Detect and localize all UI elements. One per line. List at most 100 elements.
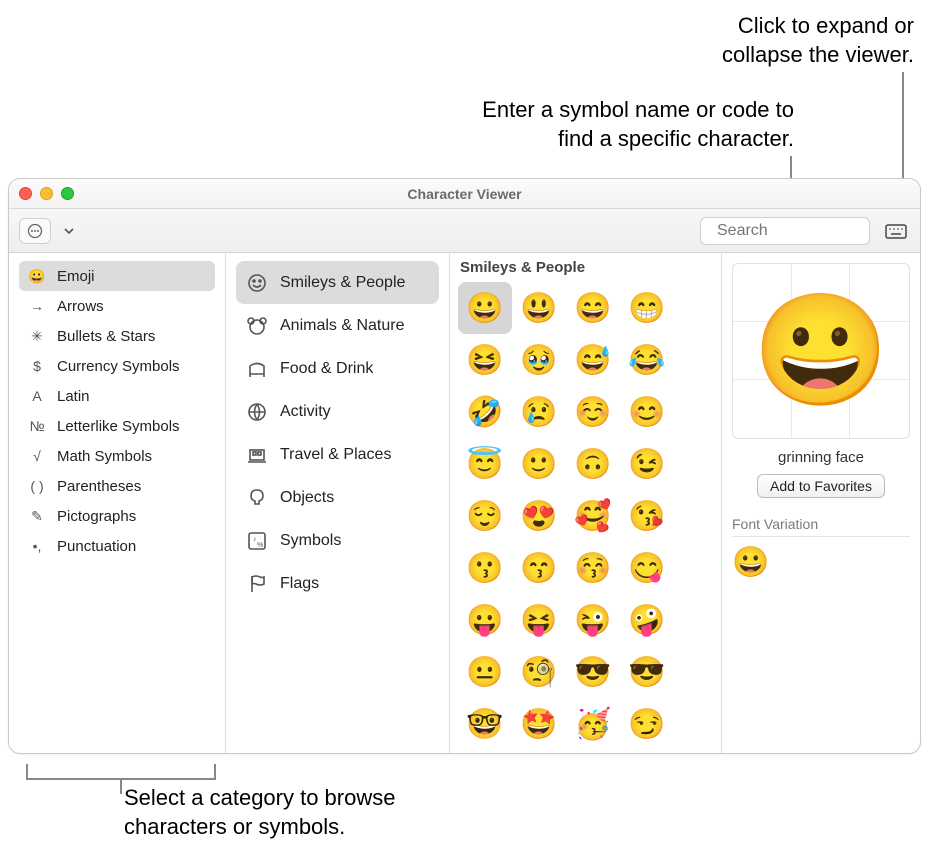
objects-icon — [246, 487, 268, 509]
sidebar-item-label: Arrows — [57, 298, 104, 315]
callout-search: Enter a symbol name or code to find a sp… — [374, 96, 794, 153]
food-icon — [246, 358, 268, 380]
sidebar-item-icon: ✎ — [27, 508, 47, 525]
toolbar-dropdown-chevron[interactable] — [57, 218, 81, 244]
subcategory-food[interactable]: Food & Drink — [236, 347, 439, 390]
subcategory-activity[interactable]: Activity — [236, 390, 439, 433]
character-cell[interactable]: 🤪 — [620, 594, 674, 646]
sidebar-item-letterlike-symbols[interactable]: №Letterlike Symbols — [19, 411, 215, 441]
character-cell[interactable]: 🥹 — [512, 334, 566, 386]
sidebar-item-bullets-stars[interactable]: ✳ Bullets & Stars — [19, 321, 215, 351]
character-preview: 😀 — [732, 263, 910, 439]
subcategory-symbols[interactable]: ♪%Symbols — [236, 519, 439, 562]
sidebar-item-label: Math Symbols — [57, 448, 152, 465]
character-cell[interactable]: 😁 — [620, 282, 674, 334]
character-cell[interactable]: 😄 — [566, 282, 620, 334]
character-cell[interactable]: 🙂 — [512, 438, 566, 490]
character-cell[interactable]: 🙃 — [566, 438, 620, 490]
flags-icon — [246, 573, 268, 595]
activity-icon — [246, 401, 268, 423]
character-cell[interactable]: 😎 — [620, 646, 674, 698]
sidebar-item-label: Pictographs — [57, 508, 136, 525]
sidebar-item-icon: ✳ — [27, 328, 47, 345]
callout-collapse: Click to expand or collapse the viewer. — [604, 12, 914, 69]
character-cell[interactable]: 🤣 — [458, 386, 512, 438]
subcategory-objects[interactable]: Objects — [236, 476, 439, 519]
character-cell[interactable]: 😚 — [566, 542, 620, 594]
svg-text:%: % — [257, 542, 263, 549]
character-cell[interactable]: 😜 — [566, 594, 620, 646]
font-variation-label: Font Variation — [732, 516, 910, 537]
collapse-viewer-button[interactable] — [882, 219, 910, 243]
sidebar-item-label: Currency Symbols — [57, 358, 180, 375]
character-cell[interactable]: 😋 — [620, 542, 674, 594]
subcategory-animals[interactable]: Animals & Nature — [236, 304, 439, 347]
character-cell[interactable]: 😆 — [458, 334, 512, 386]
sidebar-item-label: Bullets & Stars — [57, 328, 155, 345]
sidebar-item-currency-symbols[interactable]: $ Currency Symbols — [19, 351, 215, 381]
preview-glyph: 😀 — [753, 296, 890, 406]
minimize-window-button[interactable] — [40, 187, 53, 200]
sidebar-item-label: Letterlike Symbols — [57, 418, 180, 435]
add-to-favorites-button[interactable]: Add to Favorites — [757, 474, 885, 498]
subcategory-label: Smileys & People — [280, 274, 405, 292]
sidebar-item-arrows[interactable]: → Arrows — [19, 291, 215, 321]
zoom-window-button[interactable] — [61, 187, 74, 200]
character-cell[interactable]: 😅 — [566, 334, 620, 386]
sidebar-item-latin[interactable]: ALatin — [19, 381, 215, 411]
sidebar-item-label: Parentheses — [57, 478, 141, 495]
sidebar-item-label: Emoji — [57, 268, 95, 285]
sidebar-item-icon: A — [27, 388, 47, 404]
subcategory-flags[interactable]: Flags — [236, 562, 439, 605]
sidebar-item-icon: $ — [27, 358, 47, 374]
subcategory-label: Objects — [280, 489, 334, 507]
ellipsis-circle-icon — [27, 223, 43, 239]
character-cell[interactable]: 😌 — [458, 490, 512, 542]
character-cell[interactable]: 😂 — [620, 334, 674, 386]
sidebar-item-parentheses[interactable]: ( )Parentheses — [19, 471, 215, 501]
titlebar: Character Viewer — [9, 179, 920, 209]
subcategory-travel[interactable]: Travel & Places — [236, 433, 439, 476]
window-title: Character Viewer — [407, 186, 521, 202]
subcategory-smileys[interactable]: Smileys & People — [236, 261, 439, 304]
character-cell[interactable]: 🥰 — [566, 490, 620, 542]
character-cell[interactable]: 😗 — [458, 542, 512, 594]
character-cell[interactable]: 😎 — [566, 646, 620, 698]
close-window-button[interactable] — [19, 187, 32, 200]
sidebar-item-math-symbols[interactable]: √Math Symbols — [19, 441, 215, 471]
character-cell[interactable]: 😙 — [512, 542, 566, 594]
font-variation-glyph[interactable]: 😀 — [732, 537, 910, 580]
traffic-lights — [19, 187, 74, 200]
character-cell[interactable]: 😇 — [458, 438, 512, 490]
toolbar — [9, 209, 920, 253]
sidebar-item-emoji[interactable]: 😀Emoji — [19, 261, 215, 291]
character-cell[interactable]: ☺️ — [566, 386, 620, 438]
subcategory-label: Activity — [280, 403, 331, 421]
toolbar-menu-button[interactable] — [19, 218, 51, 244]
sidebar-item-pictographs[interactable]: ✎ Pictographs — [19, 501, 215, 531]
character-cell[interactable]: 😘 — [620, 490, 674, 542]
character-cell[interactable]: 🥳 — [566, 698, 620, 750]
character-cell[interactable]: 😀 — [458, 282, 512, 334]
character-cell[interactable]: 😛 — [458, 594, 512, 646]
keyboard-icon — [885, 222, 907, 240]
subcategory-label: Travel & Places — [280, 446, 391, 464]
character-cell[interactable]: 🤓 — [458, 698, 512, 750]
search-field[interactable] — [700, 217, 870, 245]
character-cell[interactable]: 😢 — [512, 386, 566, 438]
subcategory-list: Smileys & People Animals & Nature Food & D… — [226, 253, 450, 753]
subcategory-label: Symbols — [280, 532, 341, 550]
character-cell[interactable]: 😃 — [512, 282, 566, 334]
character-cell[interactable]: 😝 — [512, 594, 566, 646]
character-cell[interactable]: 😉 — [620, 438, 674, 490]
sidebar-item-icon: → — [27, 298, 47, 314]
character-cell[interactable]: 😊 — [620, 386, 674, 438]
character-cell[interactable]: 😐 — [458, 646, 512, 698]
character-cell[interactable]: 🧐 — [512, 646, 566, 698]
subcategory-label: Animals & Nature — [280, 317, 405, 335]
character-cell[interactable]: 😏 — [620, 698, 674, 750]
character-cell[interactable]: 😍 — [512, 490, 566, 542]
grid-section-header: Smileys & People — [450, 253, 721, 280]
sidebar-item-punctuation[interactable]: •,Punctuation — [19, 531, 215, 561]
character-cell[interactable]: 🤩 — [512, 698, 566, 750]
